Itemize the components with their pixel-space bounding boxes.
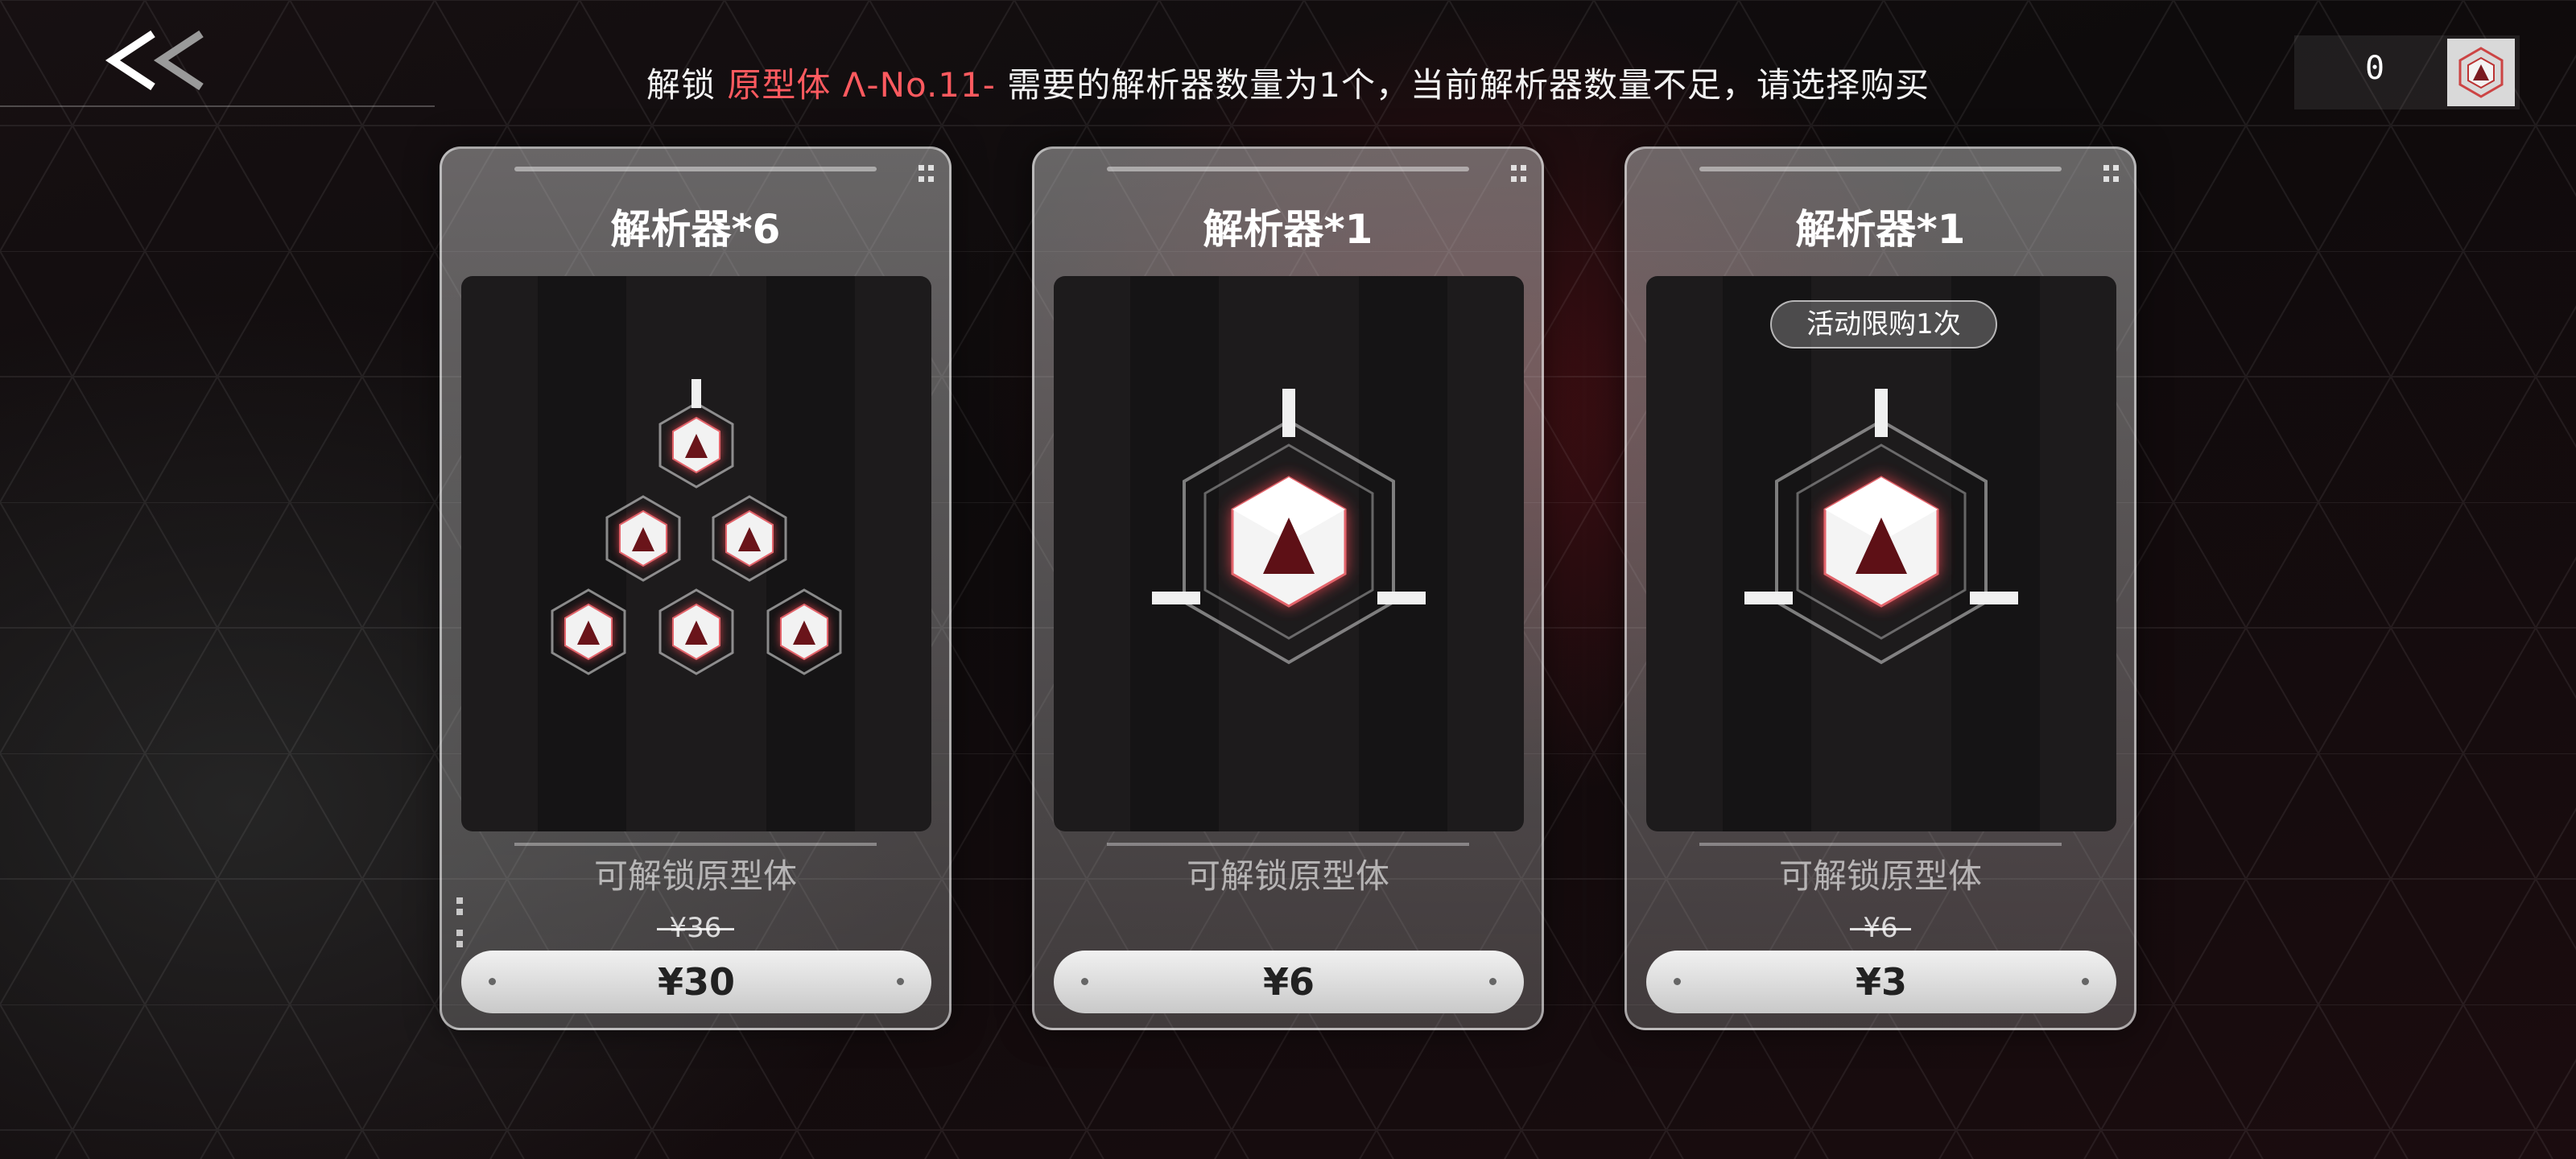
card-title: 解析器*1: [1795, 206, 1966, 253]
card-corner-dots: [919, 165, 935, 189]
product-art: 活动限购1次: [1646, 276, 2116, 831]
price-label: ¥30: [657, 960, 736, 1004]
price-label: ¥3: [1855, 960, 1907, 1004]
card-divider: [1699, 843, 2062, 846]
purchase-card-analyzer-6[interactable]: 解析器*6 可解锁原型体 ¥36 ¥30: [440, 146, 952, 1030]
purchase-card-analyzer-1[interactable]: 解析器*1 可解锁原型体 ¥6: [1032, 146, 1544, 1030]
top-bar: 解锁 原型体 Λ-No.11- 需要的解析器数量为1个，当前解析器数量不足，请选…: [0, 0, 2576, 109]
original-price: ¥36: [442, 912, 949, 944]
product-art: [1054, 276, 1524, 831]
original-price: ¥6: [1627, 912, 2134, 944]
card-description: 可解锁原型体: [593, 856, 797, 896]
card-top-decoration: [514, 167, 877, 171]
purchase-card-analyzer-1-limited[interactable]: 解析器*1 活动限购1次 可解锁原型体 ¥6 ¥3: [1624, 146, 2136, 1030]
analyzer-cube-cluster-icon: [538, 276, 855, 831]
card-title: 解析器*6: [610, 206, 781, 253]
card-description: 可解锁原型体: [1186, 856, 1389, 896]
notice-prefix: 解锁: [646, 65, 716, 105]
card-title: 解析器*1: [1203, 206, 1373, 253]
card-top-decoration: [1699, 167, 2062, 171]
notice-suffix: 需要的解析器数量为1个，当前解析器数量不足，请选择购买: [1007, 65, 1930, 105]
buy-button[interactable]: ¥30: [461, 951, 931, 1013]
notice-highlight: 原型体 Λ-No.11-: [727, 65, 996, 105]
analyzer-count: 0: [2364, 50, 2385, 87]
card-top-decoration: [1107, 167, 1469, 171]
card-description: 可解锁原型体: [1778, 856, 1982, 896]
limited-purchase-badge: 活动限购1次: [1770, 300, 1997, 349]
analyzer-cube-icon: [1723, 276, 2040, 831]
product-art: [461, 276, 931, 831]
card-divider: [514, 843, 877, 846]
card-corner-dots: [1511, 165, 1527, 189]
buy-button[interactable]: ¥3: [1646, 951, 2116, 1013]
original-price-text: ¥6: [1850, 912, 1911, 944]
buy-button[interactable]: ¥6: [1054, 951, 1524, 1013]
analyzer-counter[interactable]: 0: [2294, 35, 2520, 109]
original-price-text: ¥36: [656, 912, 735, 944]
card-divider: [1107, 843, 1469, 846]
analyzer-cube-icon: [2447, 39, 2515, 106]
price-label: ¥6: [1262, 960, 1315, 1004]
analyzer-cube-icon: [1130, 276, 1447, 831]
card-corner-dots: [2103, 165, 2120, 189]
unlock-notice: 解锁 原型体 Λ-No.11- 需要的解析器数量为1个，当前解析器数量不足，请选…: [0, 58, 2576, 107]
